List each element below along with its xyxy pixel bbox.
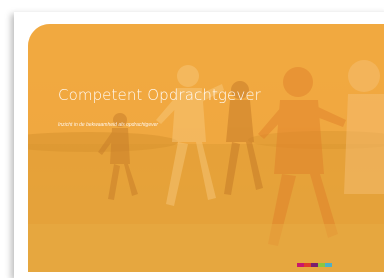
page: Competent Opdrachtgever Inzicht in de be… [0,0,384,278]
color-swatch [325,263,332,267]
cover-photo: Competent Opdrachtgever Inzicht in de be… [28,24,384,272]
color-swatch [304,263,311,267]
color-swatch [311,263,318,267]
document-title: Competent Opdrachtgever [58,86,261,104]
brand-color-bar [297,263,332,267]
children-running-photo [28,24,384,272]
document-subtitle: Inzicht in de bekwaamheid als opdrachtge… [58,122,159,128]
color-swatch [318,263,325,267]
color-swatch [297,263,304,267]
